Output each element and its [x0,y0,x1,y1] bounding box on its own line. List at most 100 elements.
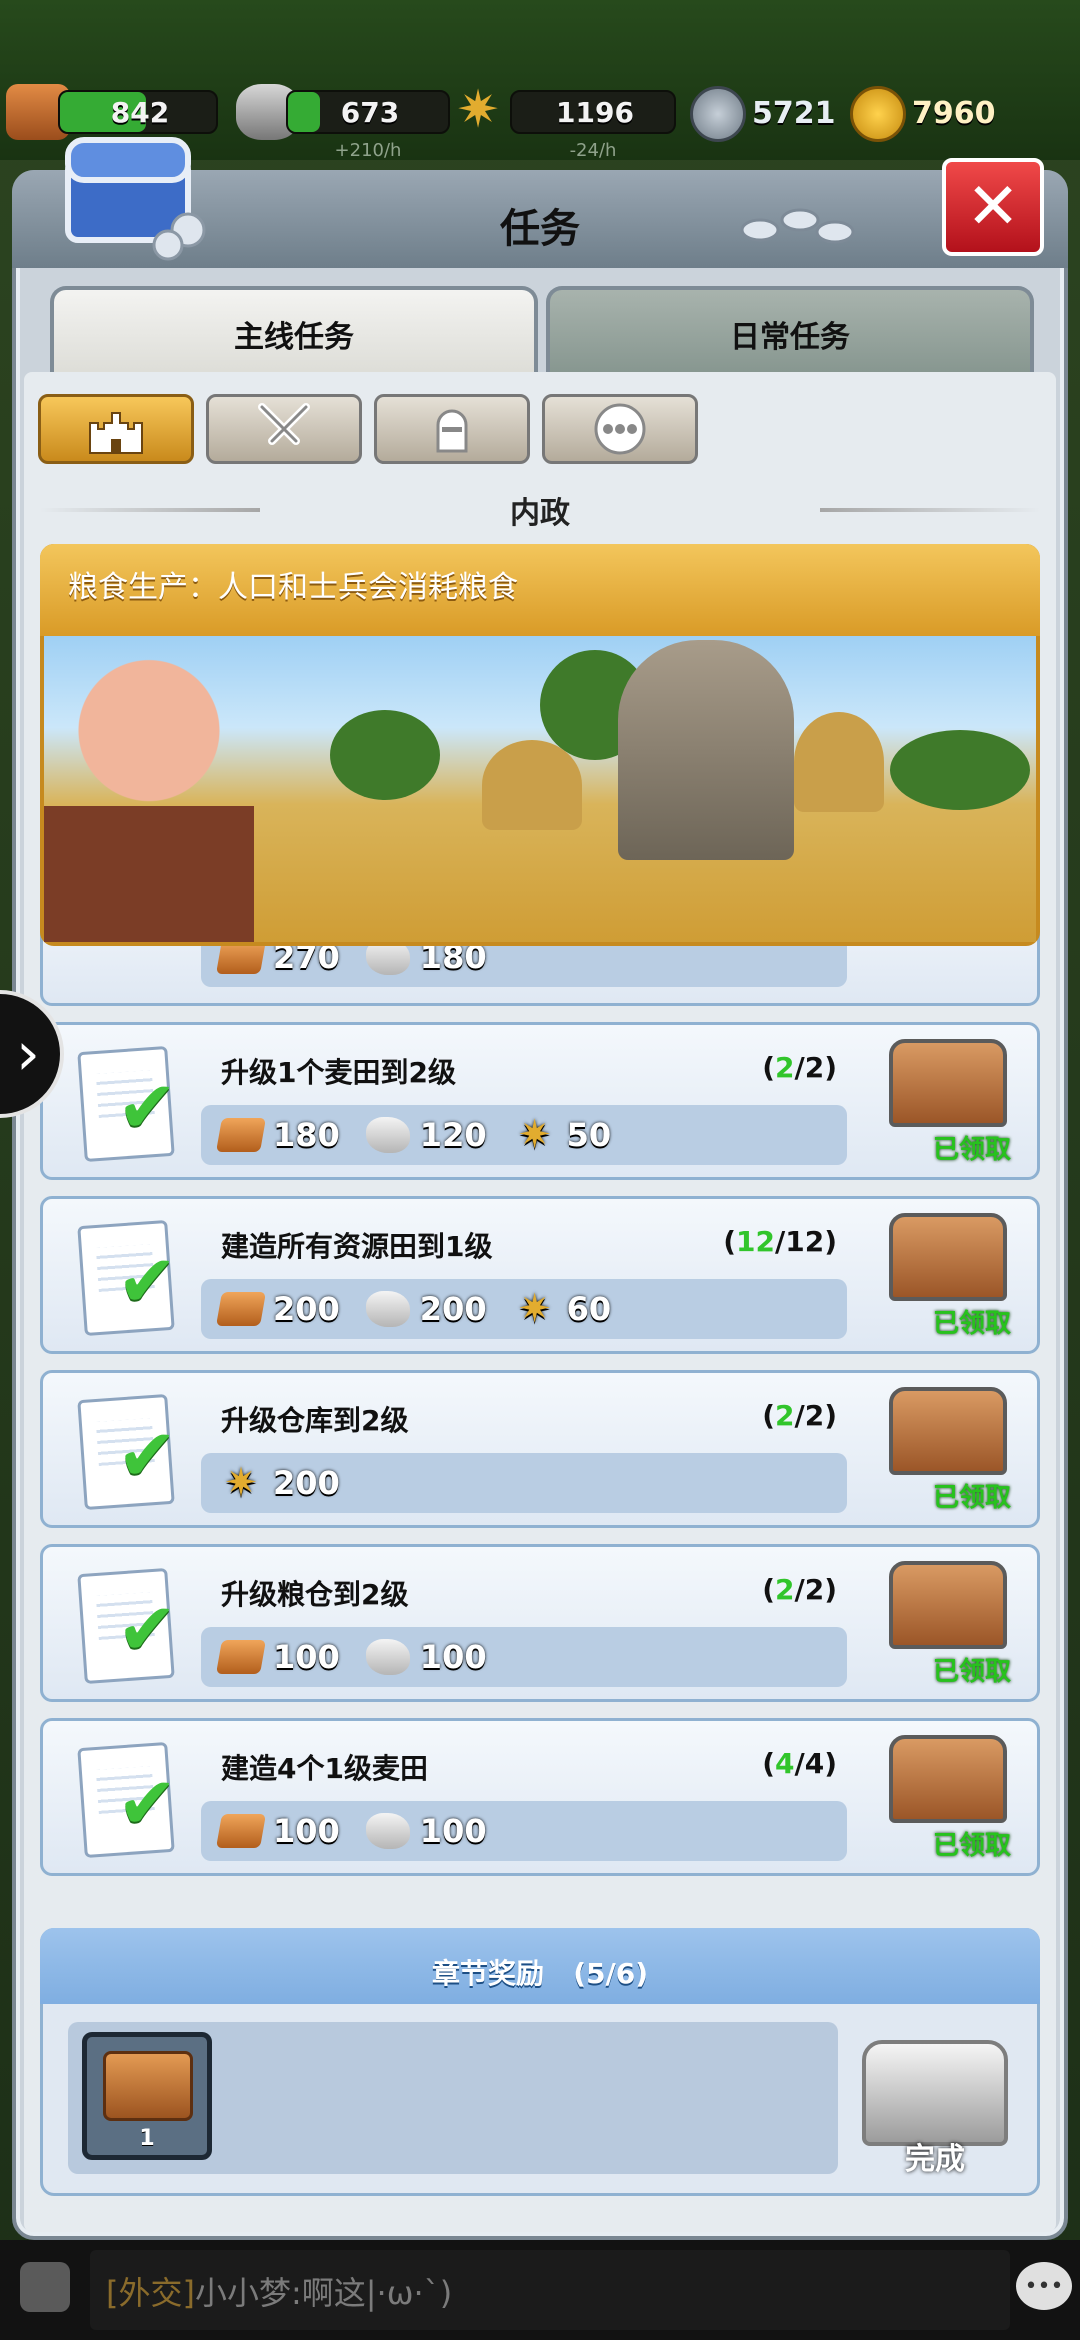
advisor-portrait [44,640,254,942]
claimed-label: 已领取 [932,1309,1011,1339]
chevron-right-icon: › [16,1019,40,1089]
stone-icon [365,1639,410,1675]
reward-stone: 100 [365,1812,487,1850]
item-count: 1 [139,2126,155,2151]
check-icon: ✔ [117,1413,178,1497]
task-name: 升级粮仓到2级 [221,1578,409,1611]
banner-text: 粮食生产：人口和士兵会消耗粮食 [68,570,518,605]
gold-coin-icon [850,86,906,142]
reward-wheat: ✷ 200 [219,1461,340,1505]
stone-icon [365,1291,410,1327]
chapter-progress: (5/6) [573,1957,649,1990]
reward-wood: 100 [216,1638,340,1676]
check-icon: ✔ [117,1587,178,1671]
tab-main-quests[interactable]: 主线任务 [50,286,538,378]
reward-value: 200 [273,1464,340,1502]
stone-value: 673 [340,96,400,129]
task-name: 建造4个1级麦田 [221,1752,428,1785]
category-other[interactable] [542,394,698,464]
claimed-label: 已领取 [932,1831,1011,1861]
wood-icon [216,1118,266,1152]
reward-list: 180 120 ✷ 50 [201,1105,847,1165]
claimed-label: 已领取 [932,1657,1011,1687]
category-military[interactable] [206,394,362,464]
more-icon [594,403,646,455]
wood-icon [216,1640,266,1674]
task-progress: (12/12) [723,1225,837,1258]
panel-title: 任务 [500,206,580,252]
chapter-chest-button[interactable] [862,2040,1008,2146]
reward-chest-icon [889,1561,1007,1649]
wheat-value: 1196 [556,96,634,129]
reward-wheat: ✷ 60 [513,1286,612,1332]
reward-value: 100 [273,1812,340,1850]
tree-illustration [890,730,1030,810]
hut-illustration [794,712,884,812]
reward-wood: 100 [216,1812,340,1850]
stone-icon [365,1117,410,1153]
check-icon: ✔ [117,1761,178,1845]
reward-value: 50 [566,1116,612,1154]
reward-wood: 180 [216,1116,340,1154]
wheat-rate: -24/h [569,140,617,161]
task-progress: (2/2) [762,1399,837,1432]
close-button[interactable]: ✕ [942,158,1044,256]
reward-chest-icon [889,1039,1007,1127]
hut-illustration [482,740,582,830]
windmill-tower-illustration [618,640,794,860]
task-name: 升级仓库到2级 [221,1404,409,1437]
task-name: 升级1个麦田到2级 [221,1056,456,1089]
check-icon: ✔ [117,1065,178,1149]
tree-illustration [330,710,440,800]
chat-message: [外交]小小梦:啊这|·ω·`) [106,2274,453,2312]
task-progress: (2/2) [762,1573,837,1606]
task-card[interactable]: ✔ 建造4个1级麦田 (4/4) 100 100 已领取 [40,1718,1040,1876]
tab-daily-quests[interactable]: 日常任务 [546,286,1034,378]
wheat-counter[interactable]: 1196 -24/h [510,90,676,161]
task-name: 建造所有资源田到1级 [221,1230,493,1263]
reward-stone: 100 [365,1638,487,1676]
reward-value: 60 [566,1290,612,1328]
reward-value: 200 [273,1290,340,1328]
reward-list: 100 100 [201,1627,847,1687]
task-card[interactable]: ✔ 建造所有资源田到1级 (12/12) 200 200 ✷ 60 已领取 [40,1196,1040,1354]
reward-chest-icon [889,1735,1007,1823]
reward-list: 200 200 ✷ 60 [201,1279,847,1339]
task-card[interactable]: ✔ 升级1个麦田到2级 (2/2) 180 120 ✷ 50 已领取 [40,1022,1040,1180]
reward-list: 100 100 [201,1801,847,1861]
claimed-label: 已领取 [932,1135,1011,1165]
stone-rate: +210/h [334,140,402,161]
reward-stone: 200 [365,1290,487,1328]
check-icon: ✔ [117,1239,178,1323]
reward-value: 200 [419,1290,487,1328]
reward-wood: 200 [216,1290,340,1328]
reward-chest-icon [889,1387,1007,1475]
castle-icon [89,412,143,454]
reward-value: 100 [419,1812,487,1850]
category-domestic[interactable] [38,394,194,464]
task-card[interactable]: ✔ 升级仓库到2级 (2/2) ✷ 200 已领取 [40,1370,1040,1528]
task-card[interactable]: ✔ 升级粮仓到2级 (2/2) 100 100 已领取 [40,1544,1040,1702]
silver-coin-icon [690,86,746,142]
crossed-swords-icon [258,403,310,445]
wood-icon [216,1292,266,1326]
crate-icon [103,2051,193,2121]
knight-helmet-icon [436,409,468,453]
chat-bubble-icon[interactable]: ••• [1016,2262,1072,2310]
wheat-icon: ✷ [224,1460,258,1506]
category-hero[interactable] [374,394,530,464]
reward-value: 100 [273,1638,340,1676]
reward-value: 120 [419,1116,487,1154]
silver-value: 5721 [752,96,836,131]
stone-counter[interactable]: 673 +210/h [286,90,450,161]
reward-value: 100 [419,1638,487,1676]
section-title: 内政 [510,496,570,531]
chat-channel-icon[interactable] [20,2262,70,2312]
chapter-status-label: 完成 [905,2142,965,2177]
task-progress: (2/2) [762,1051,837,1084]
wheat-icon: ✷ [517,1286,552,1332]
reward-chest-icon [889,1213,1007,1301]
close-icon: ✕ [966,170,1020,244]
gold-value: 7960 [912,96,996,131]
reward-item-crate[interactable]: 1 [82,2032,212,2160]
